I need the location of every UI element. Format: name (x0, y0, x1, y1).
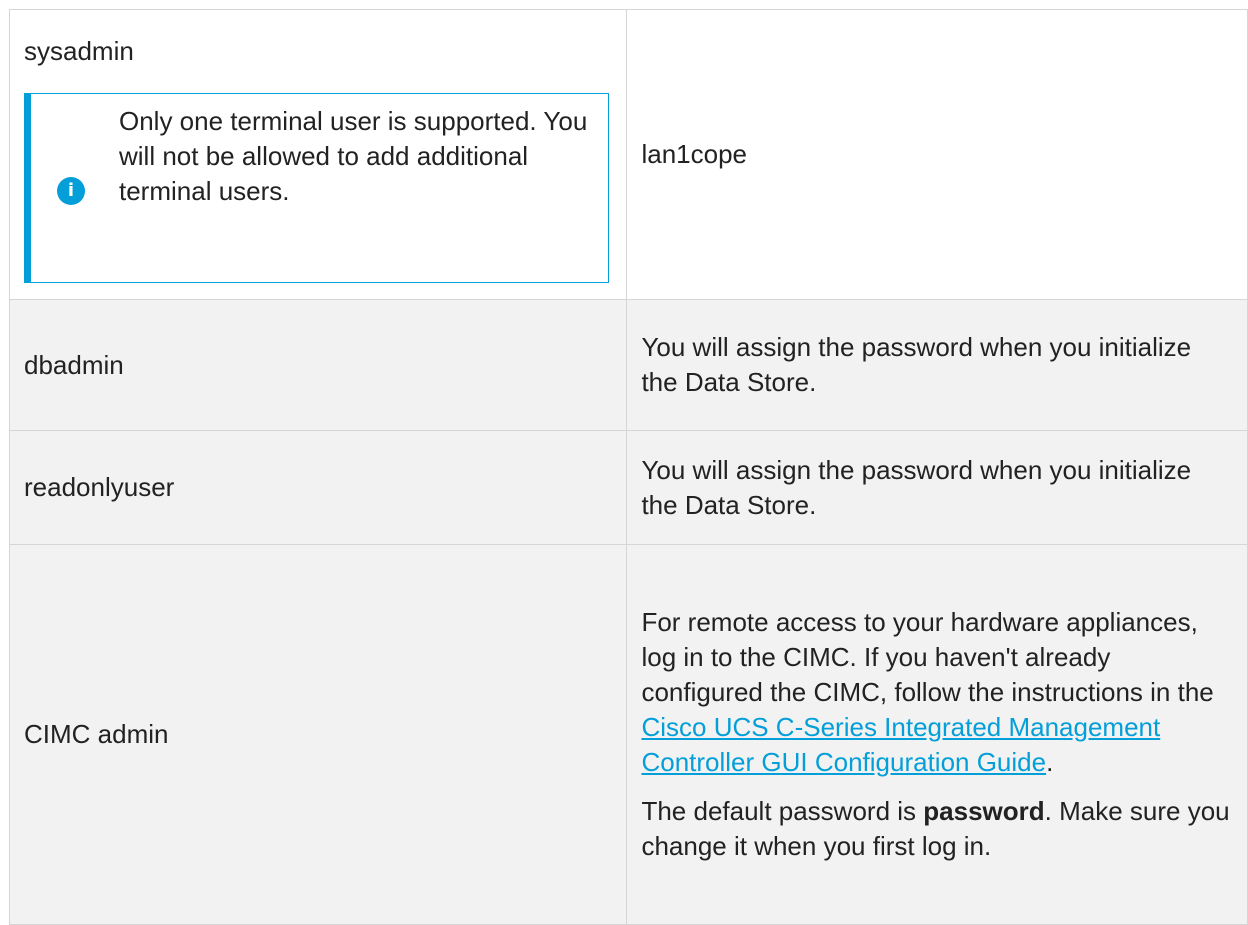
password-cell: lan1cope (626, 9, 1248, 300)
user-cell: readonlyuser (8, 430, 628, 545)
default-prefix: The default password is (641, 796, 924, 826)
password-description: You will assign the password when you in… (641, 332, 1192, 397)
user-name: dbadmin (24, 349, 124, 380)
user-cell: dbadmin (8, 299, 628, 431)
password-value: lan1cope (641, 139, 747, 169)
user-name: sysadmin (24, 36, 134, 66)
info-note: i Only one terminal user is supported. Y… (24, 93, 609, 283)
user-name: readonlyuser (24, 472, 175, 502)
user-name: CIMC admin (24, 719, 169, 749)
cimc-link-period: . (1046, 747, 1054, 777)
cimc-intro-text: For remote access to your hardware appli… (641, 607, 1214, 707)
table-row: sysadmin i Only one terminal user is sup… (8, 9, 1248, 300)
user-cell: sysadmin i Only one terminal user is sup… (8, 9, 628, 300)
note-text: Only one terminal user is supported. You… (119, 106, 588, 206)
default-password-value: password (923, 796, 1045, 826)
default-password-note: The default password is password. Make s… (641, 794, 1233, 864)
password-cell: You will assign the password when you in… (626, 430, 1248, 545)
credentials-table: sysadmin i Only one terminal user is sup… (8, 9, 1248, 925)
password-cell: You will assign the password when you in… (626, 299, 1248, 431)
cimc-guide-link[interactable]: Cisco UCS C-Series Integrated Management… (641, 712, 1160, 777)
password-description: You will assign the password when you in… (641, 454, 1192, 520)
cimc-instructions: For remote access to your hardware appli… (641, 605, 1233, 780)
table-row: readonlyuser You will assign the passwor… (8, 430, 1248, 545)
table-row: CIMC admin For remote access to your har… (8, 544, 1248, 925)
user-cell: CIMC admin (8, 544, 628, 925)
password-cell: For remote access to your hardware appli… (626, 544, 1248, 925)
table-row: dbadmin You will assign the password whe… (8, 299, 1248, 431)
info-icon: i (57, 177, 85, 205)
